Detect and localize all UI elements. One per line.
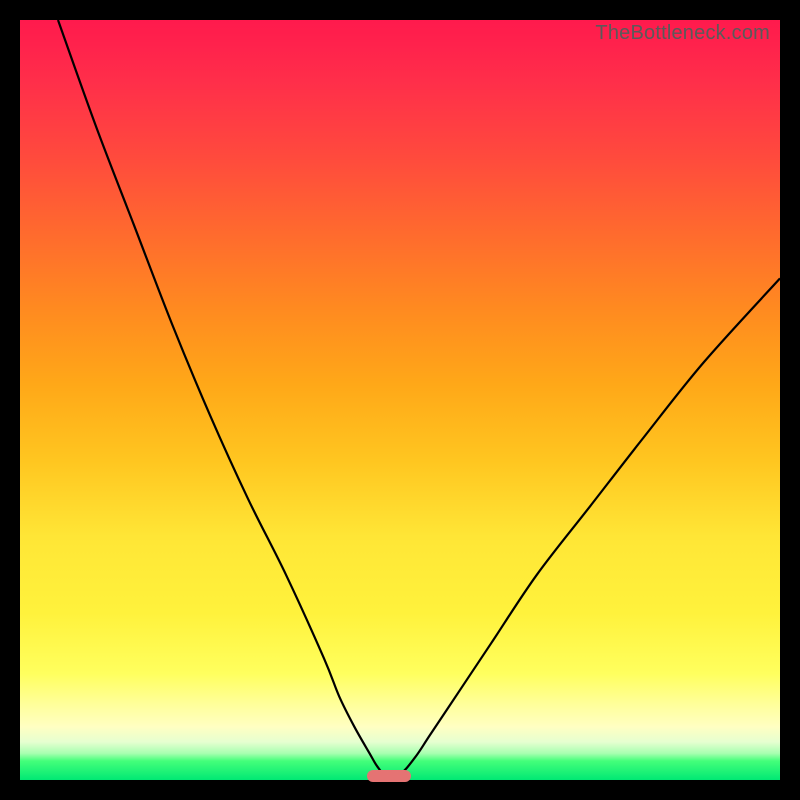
plot-area: TheBottleneck.com [20,20,780,780]
minimum-marker [367,770,411,782]
curve-path [58,20,780,775]
curve-svg [20,20,780,780]
chart-frame: TheBottleneck.com [0,0,800,800]
